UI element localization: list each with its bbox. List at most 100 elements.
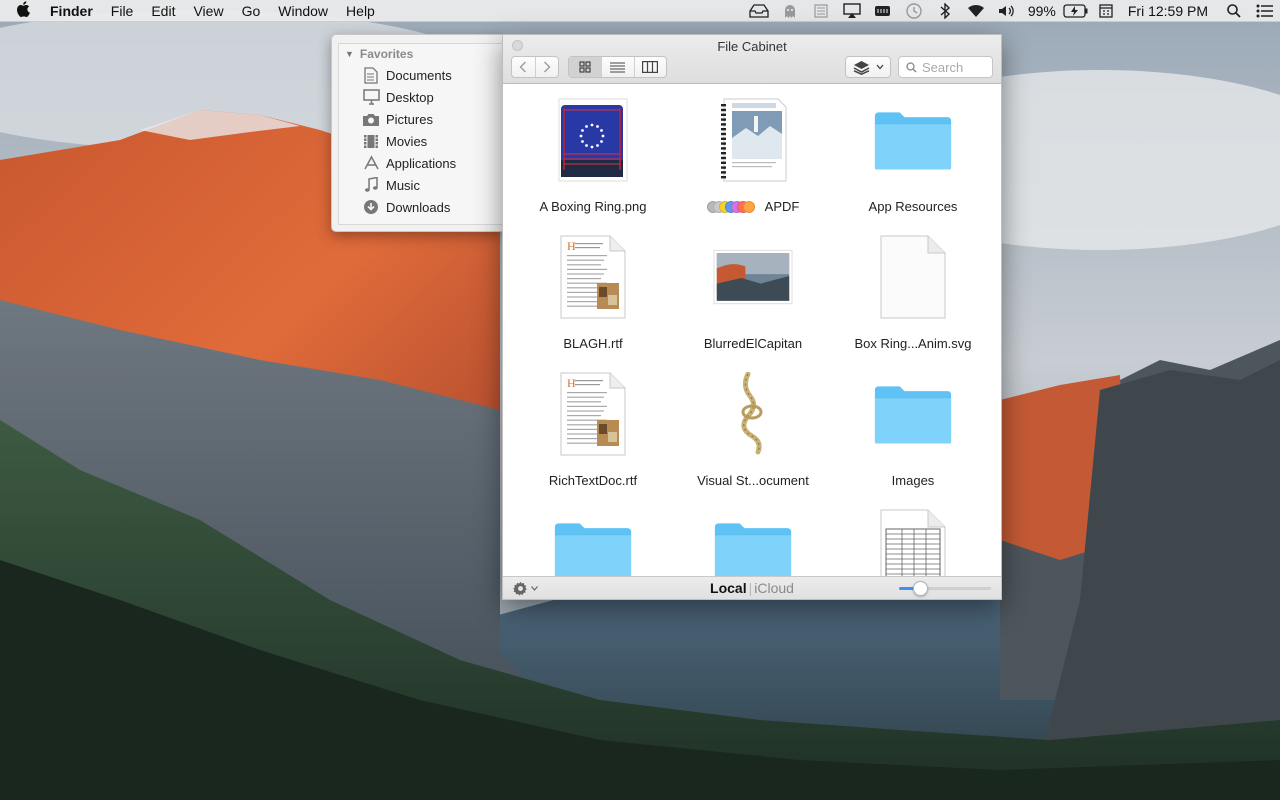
menu-help[interactable]: Help bbox=[337, 0, 384, 22]
calendar-icon[interactable] bbox=[1091, 0, 1122, 22]
spotlight-search-icon[interactable] bbox=[1218, 0, 1249, 22]
columns-icon bbox=[642, 61, 659, 73]
applications-icon bbox=[361, 154, 381, 172]
file-item[interactable]: H BLAGH.rtf bbox=[513, 221, 673, 358]
sidebar-item-pictures[interactable]: Pictures bbox=[339, 108, 502, 130]
file-name-label: App Resources bbox=[833, 199, 993, 214]
column-view-button[interactable] bbox=[633, 57, 666, 77]
wifi-icon[interactable] bbox=[961, 0, 992, 22]
slider-knob[interactable] bbox=[912, 581, 928, 596]
window-titlebar[interactable]: File Cabinet bbox=[503, 35, 1001, 84]
icon-size-slider[interactable] bbox=[899, 581, 991, 596]
file-name: APDF bbox=[764, 199, 800, 214]
folder-icon[interactable] bbox=[873, 98, 953, 182]
file-name: Visual St...ocument bbox=[697, 473, 809, 488]
file-item[interactable]: Visual St...ocument bbox=[673, 358, 833, 495]
battery-charging-icon[interactable] bbox=[1061, 0, 1091, 22]
menubar-clock[interactable]: Fri 12:59 PM bbox=[1122, 0, 1218, 22]
apple-menu-icon[interactable] bbox=[0, 0, 36, 21]
sidebar-item-music[interactable]: Music bbox=[339, 174, 502, 196]
file-item[interactable] bbox=[833, 495, 993, 578]
app-menu-finder[interactable]: Finder bbox=[36, 0, 102, 22]
rtf-document-icon[interactable]: H bbox=[553, 372, 633, 456]
file-cabinet-tray-icon[interactable] bbox=[744, 0, 775, 22]
battery-status-icon[interactable] bbox=[868, 0, 899, 22]
airplay-icon[interactable] bbox=[837, 0, 868, 22]
local-location-option[interactable]: Local bbox=[710, 580, 747, 596]
sidebar-panel: ▼ Favorites Documents Desktop Pictures M… bbox=[331, 34, 503, 232]
favorites-header[interactable]: ▼ Favorites bbox=[339, 44, 502, 64]
color-tags bbox=[706, 201, 759, 213]
list-view-button[interactable] bbox=[601, 57, 633, 77]
folder-icon[interactable] bbox=[553, 509, 633, 578]
landscape-image-icon[interactable] bbox=[713, 235, 793, 319]
menu-bar: Finder File Edit View Go Window Help 99%… bbox=[0, 0, 1280, 22]
file-item[interactable]: H RichTextDoc.rtf bbox=[513, 358, 673, 495]
icon-view-button[interactable] bbox=[569, 57, 602, 77]
file-name-label: RichTextDoc.rtf bbox=[513, 473, 673, 488]
file-name-label: BLAGH.rtf bbox=[513, 336, 673, 351]
pdf-document-icon[interactable] bbox=[713, 98, 793, 182]
file-name: Images bbox=[891, 473, 935, 488]
desktop-icon bbox=[361, 88, 381, 106]
favorites-list: ▼ Favorites Documents Desktop Pictures M… bbox=[338, 43, 502, 225]
chevron-left-icon bbox=[519, 61, 527, 73]
chevron-right-icon bbox=[543, 61, 551, 73]
sidebar-item-label: Downloads bbox=[386, 199, 451, 215]
folder-icon[interactable] bbox=[713, 509, 793, 578]
volume-icon[interactable] bbox=[992, 0, 1023, 22]
search-field[interactable] bbox=[898, 56, 993, 78]
menu-file[interactable]: File bbox=[102, 0, 143, 22]
rope-image-icon[interactable] bbox=[713, 372, 793, 456]
search-icon bbox=[906, 61, 917, 72]
svg-text:H: H bbox=[567, 376, 576, 390]
rtf-document-icon[interactable]: H bbox=[553, 235, 633, 319]
icloud-location-option[interactable]: iCloud bbox=[754, 580, 794, 596]
sidebar-item-movies[interactable]: Movies bbox=[339, 130, 502, 152]
battery-percentage[interactable]: 99% bbox=[1023, 0, 1061, 22]
menu-window[interactable]: Window bbox=[269, 0, 337, 22]
folder-icon[interactable] bbox=[873, 372, 953, 456]
blank-document-icon[interactable] bbox=[873, 235, 953, 319]
disclosure-triangle-icon[interactable]: ▼ bbox=[345, 49, 354, 59]
forward-button[interactable] bbox=[534, 57, 558, 77]
sidebar-item-documents[interactable]: Documents bbox=[339, 64, 502, 86]
sidebar-item-label: Music bbox=[386, 177, 420, 193]
notes-icon[interactable] bbox=[806, 0, 837, 22]
arrange-button[interactable] bbox=[845, 56, 891, 78]
bluetooth-icon[interactable] bbox=[930, 0, 961, 22]
folder-item[interactable]: App Resources bbox=[833, 84, 993, 221]
window-title: File Cabinet bbox=[717, 39, 787, 54]
sidebar-item-downloads[interactable]: Downloads bbox=[339, 196, 502, 218]
file-name-label: Images bbox=[833, 473, 993, 488]
finder-window: File Cabinet Search A Boxing Ring.png AP… bbox=[502, 34, 1002, 600]
file-item[interactable]: Box Ring...Anim.svg bbox=[833, 221, 993, 358]
menu-view[interactable]: View bbox=[184, 0, 232, 22]
file-item[interactable]: APDF bbox=[673, 84, 833, 221]
ghost-icon[interactable] bbox=[775, 0, 806, 22]
file-item[interactable]: BlurredElCapitan bbox=[673, 221, 833, 358]
notification-center-icon[interactable] bbox=[1249, 0, 1280, 22]
menu-go[interactable]: Go bbox=[233, 0, 270, 22]
file-name: App Resources bbox=[868, 199, 958, 214]
file-item[interactable]: A Boxing Ring.png bbox=[513, 84, 673, 221]
search-input[interactable] bbox=[922, 59, 992, 75]
folder-item[interactable] bbox=[673, 495, 833, 578]
spreadsheet-document-icon[interactable] bbox=[873, 509, 953, 578]
time-machine-icon[interactable] bbox=[899, 0, 930, 22]
sidebar-item-applications[interactable]: Applications bbox=[339, 152, 502, 174]
icon-grid-icon bbox=[579, 61, 591, 73]
sidebar-item-desktop[interactable]: Desktop bbox=[339, 86, 502, 108]
folder-item[interactable] bbox=[513, 495, 673, 578]
file-name: A Boxing Ring.png bbox=[539, 199, 647, 214]
back-button[interactable] bbox=[512, 57, 535, 77]
file-name-label: Box Ring...Anim.svg bbox=[833, 336, 993, 351]
camera-icon bbox=[361, 110, 381, 128]
boxing-ring-image-icon[interactable] bbox=[553, 98, 633, 182]
svg-text:H: H bbox=[567, 239, 576, 253]
folder-item[interactable]: Images bbox=[833, 358, 993, 495]
sidebar-item-label: Desktop bbox=[386, 89, 434, 105]
menu-edit[interactable]: Edit bbox=[142, 0, 184, 22]
music-note-icon bbox=[361, 176, 381, 194]
list-lines-icon bbox=[610, 61, 626, 73]
